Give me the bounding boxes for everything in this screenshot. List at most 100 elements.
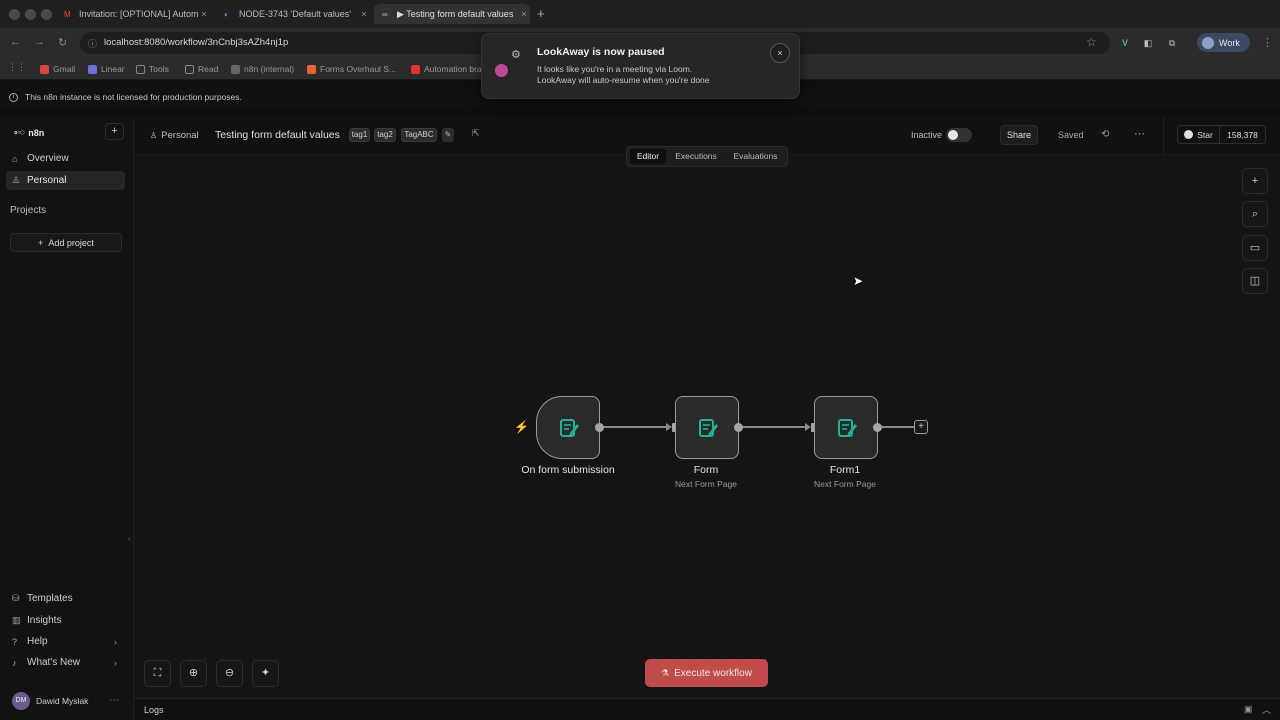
browser-tab-active[interactable]: ∞ ▶ Testing form default values × [374, 4, 530, 24]
active-toggle[interactable] [946, 128, 972, 142]
collapse-sidebar-icon[interactable]: ‹ [128, 534, 131, 543]
bookmark-label: Gmail [53, 64, 76, 74]
close-icon[interactable]: × [770, 43, 790, 63]
tab-label: NODE-3743 'Default values' [239, 9, 351, 19]
bookmark-label: Automation bra [424, 64, 482, 74]
bookmark-item[interactable]: n8n (internal) [231, 64, 294, 74]
bookmark-label: Linear [101, 64, 125, 74]
gear-icon: ⚙ [511, 49, 521, 61]
execute-workflow-button[interactable]: ⚗ Execute workflow [645, 659, 768, 687]
github-star-button[interactable]: Star 158,378 [1177, 125, 1266, 144]
tab-close-icon[interactable]: × [198, 9, 210, 19]
panel-toggle-icon[interactable]: ◫ [1242, 268, 1268, 294]
add-node-panel-button[interactable]: + [1242, 168, 1268, 194]
new-tab-button[interactable]: + [537, 6, 545, 21]
add-node-icon[interactable]: + [914, 420, 928, 434]
workflow-node-form[interactable] [675, 396, 739, 459]
sidebar-item-templates[interactable]: ⛁ Templates [6, 589, 125, 608]
site-info-icon[interactable]: ⓘ [88, 37, 97, 50]
window-minimize-dot[interactable] [25, 9, 36, 20]
popout-icon[interactable]: ▣ [1244, 704, 1253, 715]
tab-close-icon[interactable]: × [358, 9, 370, 19]
bookmark-label: Forms Overhaul S... [320, 64, 397, 74]
window-zoom-dot[interactable] [41, 9, 52, 20]
trigger-bolt-icon: ⚡ [514, 420, 529, 434]
workflow-node-form1[interactable] [814, 396, 878, 459]
fit-view-icon[interactable]: ⛶ [144, 660, 171, 687]
folder-icon [185, 64, 194, 74]
tab-close-icon[interactable]: × [518, 9, 530, 19]
vue-extension-icon[interactable]: V [1118, 36, 1132, 50]
tag[interactable]: tag1 [349, 128, 370, 142]
tab-label: ▶ Testing form default values [397, 8, 514, 19]
tag[interactable]: TagABC [401, 128, 437, 142]
window-close-dot[interactable] [9, 9, 20, 20]
bookmark-item[interactable]: Linear [88, 64, 125, 74]
github-count: 158,378 [1227, 129, 1258, 140]
search-icon[interactable]: ⌕ [1242, 201, 1268, 227]
add-project-button[interactable]: + Add project [10, 233, 122, 252]
user-menu[interactable]: DM Dawid Myslak [12, 692, 88, 710]
zoom-in-icon[interactable]: ⊕ [180, 660, 207, 687]
bookmark-label: Read [198, 64, 219, 74]
sidebar: ∘◦○ n8n + ⌂ Overview ♙ Personal Projects… [0, 117, 134, 720]
more-icon[interactable]: ⋯ [109, 695, 119, 706]
reload-icon[interactable]: ↻ [58, 36, 67, 49]
connection-line [604, 426, 668, 428]
tidy-up-icon[interactable]: ✦ [252, 660, 279, 687]
tab-evaluations[interactable]: Evaluations [727, 149, 784, 164]
url-text[interactable]: localhost:8080/workflow/3nCnbj3sAZh4nj1p [104, 37, 288, 48]
apps-icon[interactable]: ⋮⋮ [8, 62, 26, 73]
breadcrumb-label: Personal [161, 130, 199, 141]
sidebar-item-help[interactable]: ? Help › [6, 632, 125, 651]
open-in-new-icon[interactable]: ⇱ [472, 128, 480, 139]
tab-editor[interactable]: Editor [630, 149, 666, 164]
zoom-out-icon[interactable]: ⊖ [216, 660, 243, 687]
gmail-icon: M [64, 9, 71, 19]
workflow-name[interactable]: Testing form default values [215, 129, 340, 141]
history-icon[interactable]: ⟲ [1101, 129, 1109, 140]
github-icon [1184, 130, 1194, 139]
browser-tab[interactable]: ◐ NODE-3743 'Default values' × [216, 4, 370, 24]
tag[interactable]: tag2 [374, 128, 396, 142]
breadcrumb[interactable]: ♙ Personal [150, 130, 199, 141]
sidebar-item-personal[interactable]: ♙ Personal [6, 171, 125, 190]
output-handle[interactable] [595, 423, 604, 432]
share-button[interactable]: Share [1000, 125, 1038, 145]
form-icon [560, 419, 579, 437]
logs-panel-bar[interactable]: Logs ▣ ︿ [134, 698, 1280, 720]
bookmark-folder[interactable]: Read [185, 64, 218, 74]
browser-tab[interactable]: M Invitation: [OPTIONAL] Automa × [56, 4, 210, 24]
tab-executions[interactable]: Executions [670, 149, 722, 164]
github-star[interactable]: Star [1178, 126, 1220, 143]
bookmark-star-icon[interactable]: ☆ [1086, 35, 1097, 49]
sidebar-item-whats-new[interactable]: ♪ What's New › [6, 653, 125, 672]
forward-icon[interactable]: → [34, 36, 45, 48]
shield-extension-icon[interactable]: ◧ [1141, 36, 1155, 50]
sidebar-item-overview[interactable]: ⌂ Overview [6, 149, 125, 168]
n8n-logo[interactable]: ∘◦○ n8n [13, 127, 44, 138]
toggle-knob [948, 130, 958, 140]
edit-tags-icon[interactable]: ✎ [442, 128, 454, 142]
chevron-right-icon: › [114, 636, 117, 647]
sidebar-item-insights[interactable]: ▥ Insights [6, 611, 125, 630]
more-icon[interactable]: ⋯ [1134, 127, 1145, 140]
sidebar-item-label: Insights [27, 615, 62, 626]
bookmark-item[interactable]: Gmail [40, 64, 75, 74]
output-handle[interactable] [873, 423, 882, 432]
linear-icon [88, 64, 97, 74]
bookmark-item[interactable]: Forms Overhaul S... [307, 64, 396, 74]
create-button[interactable]: + [105, 123, 124, 140]
profile-button[interactable]: Work [1197, 33, 1250, 52]
chevron-up-icon[interactable]: ︿ [1262, 703, 1271, 716]
output-handle[interactable] [734, 423, 743, 432]
back-icon[interactable]: ← [10, 36, 21, 48]
workflow-node-form-trigger[interactable] [536, 396, 600, 459]
bookmark-item[interactable]: Automation bra [411, 64, 482, 74]
mouse-cursor-icon: ➤ [853, 274, 864, 288]
puzzle-extension-icon[interactable]: ⧉ [1165, 36, 1179, 50]
bookmark-folder[interactable]: Tools [136, 64, 169, 74]
browser-menu-icon[interactable]: ⋮ [1262, 36, 1273, 49]
saved-status: Saved [1058, 130, 1084, 140]
sticky-note-icon[interactable]: ▭ [1242, 235, 1268, 261]
